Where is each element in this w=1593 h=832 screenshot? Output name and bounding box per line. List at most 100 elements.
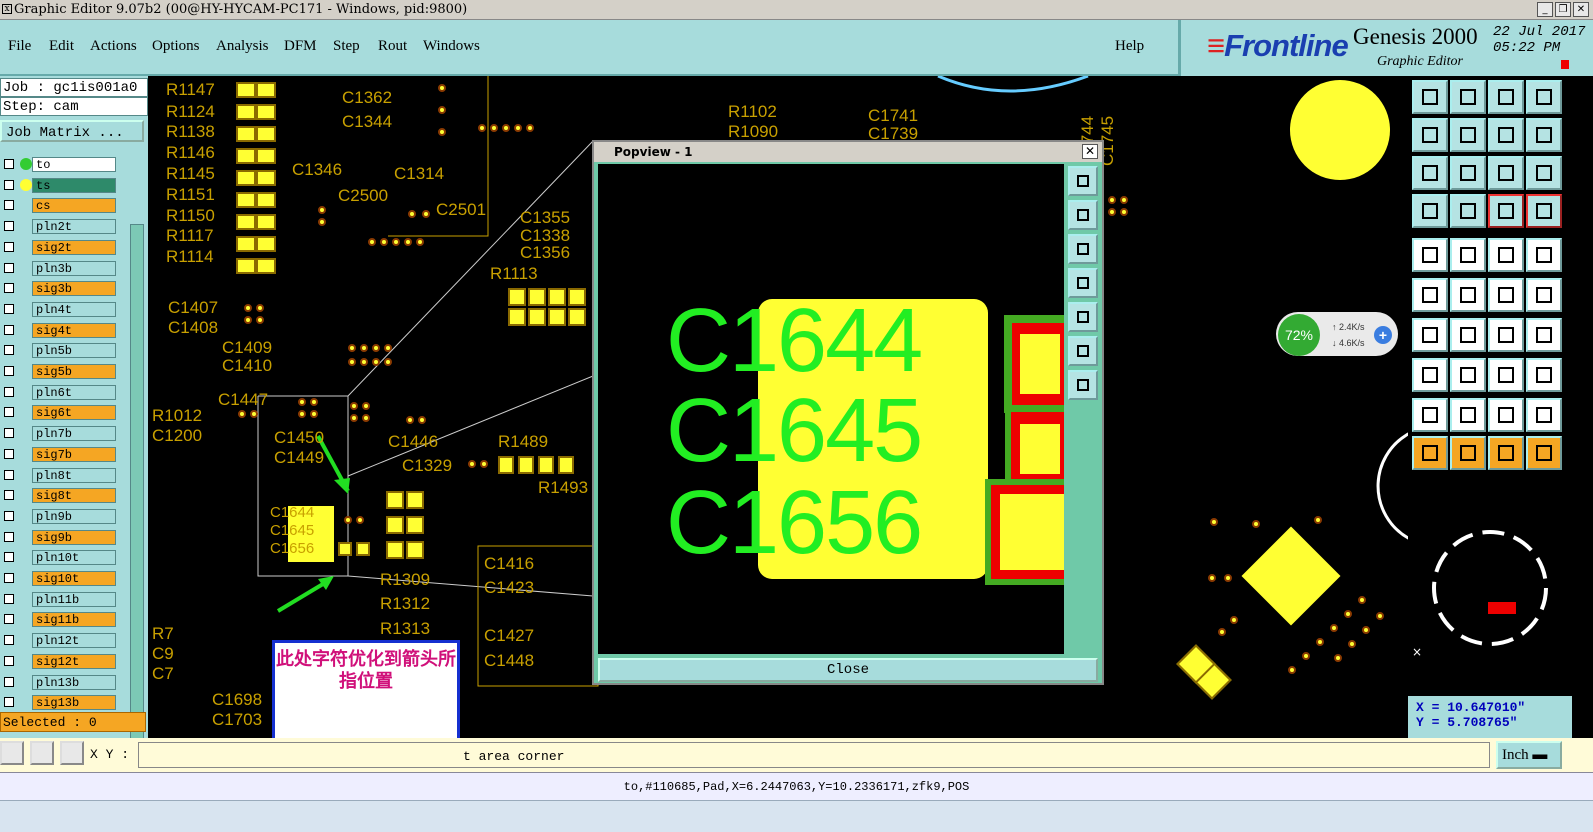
popview-tool-button[interactable] [1068, 166, 1098, 196]
tool-button[interactable] [1450, 118, 1486, 152]
layer-name[interactable]: sig7b [32, 446, 116, 462]
menu-actions[interactable]: Actions [90, 38, 137, 55]
layer-row[interactable]: pln7b [4, 425, 116, 442]
layer-row[interactable]: pln9b [4, 508, 116, 524]
layer-row[interactable]: sig13b [4, 694, 116, 711]
layer-checkbox[interactable] [4, 241, 14, 252]
layer-name[interactable]: pln3b [32, 260, 116, 276]
ruler-icon[interactable] [1488, 238, 1524, 272]
layer-checkbox[interactable] [4, 324, 14, 335]
tool-button[interactable] [1488, 358, 1524, 392]
tool-button[interactable] [1450, 80, 1486, 114]
layer-name[interactable]: pln9b [32, 508, 116, 524]
layer-row[interactable]: sig6t [4, 404, 116, 421]
unit-select[interactable]: Inch ▬ [1496, 741, 1562, 769]
layer-name[interactable]: sig5b [32, 364, 116, 379]
layer-checkbox[interactable] [4, 490, 14, 501]
layer-name[interactable]: pln7b [32, 426, 116, 442]
menu-help[interactable]: Help [1115, 38, 1144, 55]
layer-row[interactable]: pln4t [4, 301, 116, 317]
restore-button[interactable]: ❐ [1555, 2, 1571, 17]
layer-name[interactable]: sig13b [32, 695, 116, 711]
home-icon[interactable] [1488, 80, 1524, 114]
layer-name[interactable]: sig10t [32, 571, 116, 586]
menu-windows[interactable]: Windows [423, 38, 480, 55]
layer-name[interactable]: ts [32, 177, 116, 193]
menu-rout[interactable]: Rout [378, 38, 407, 55]
layer-row[interactable]: pln5b [4, 342, 116, 359]
select-pointer-icon[interactable] [1488, 436, 1524, 470]
tool-button[interactable] [1450, 318, 1486, 352]
close-button[interactable]: ✕ [1573, 2, 1589, 17]
layer-checkbox[interactable] [4, 159, 14, 169]
layer-row[interactable]: pln10t [4, 549, 116, 566]
layer-name[interactable]: sig9b [32, 529, 116, 545]
layer-row[interactable]: sig4t [4, 322, 116, 338]
popview-close-icon[interactable]: ✕ [1082, 144, 1098, 159]
layer-checkbox[interactable] [4, 345, 14, 356]
layer-checkbox[interactable] [4, 386, 14, 397]
tool-button[interactable] [1488, 318, 1524, 352]
layer-checkbox[interactable] [4, 366, 14, 376]
layer-checkbox[interactable] [4, 283, 14, 294]
menu-file[interactable]: File [8, 38, 31, 55]
menu-edit[interactable]: Edit [49, 38, 74, 55]
tool-button[interactable] [1526, 358, 1562, 392]
select-pointer-icon[interactable] [1450, 436, 1486, 470]
menu-dfm[interactable]: DFM [284, 38, 317, 55]
layer-row[interactable]: sig12t [4, 653, 116, 669]
layer-checkbox[interactable] [4, 697, 14, 708]
layer-row[interactable]: pln13b [4, 674, 116, 690]
layer-name[interactable]: sig8t [32, 488, 116, 504]
popview-tool-button[interactable] [1068, 200, 1098, 230]
layer-row[interactable]: ts [4, 177, 116, 193]
layer-name[interactable]: pln8t [32, 467, 116, 483]
zoom-fit-icon[interactable] [1412, 156, 1448, 190]
popview-close-button[interactable]: Close [598, 658, 1098, 682]
layer-row[interactable]: cs [4, 197, 116, 214]
layer-checkbox[interactable] [4, 510, 14, 521]
layer-checkbox[interactable] [4, 200, 14, 211]
layer-row[interactable]: sig8t [4, 487, 116, 504]
layer-row[interactable]: to [4, 156, 116, 172]
layer-checkbox[interactable] [4, 407, 14, 418]
layer-name[interactable]: pln11b [32, 591, 116, 607]
menu-step[interactable]: Step [333, 38, 360, 55]
layer-name[interactable]: pln12t [32, 633, 116, 649]
tool-button[interactable] [1412, 118, 1448, 152]
layer-row[interactable]: pln12t [4, 632, 116, 649]
layer-name[interactable]: sig3b [32, 281, 116, 297]
layer-name[interactable]: pln13b [32, 674, 116, 690]
tool-button[interactable] [1412, 194, 1448, 228]
tool-button[interactable] [1526, 238, 1562, 272]
layer-row[interactable]: sig5b [4, 363, 116, 379]
tool-button[interactable] [1526, 398, 1562, 432]
popview-tool-button[interactable] [1068, 234, 1098, 264]
layer-name[interactable]: pln5b [32, 343, 116, 359]
tool-button[interactable] [1412, 358, 1448, 392]
tool-button[interactable] [1488, 278, 1524, 312]
layer-name[interactable]: pln4t [32, 301, 116, 317]
layer-row[interactable]: pln3b [4, 260, 116, 276]
layer-name[interactable]: cs [32, 198, 116, 214]
job-matrix-button[interactable]: Job Matrix ... [0, 120, 144, 142]
popview-canvas[interactable]: C1644 C1645 C1656 [598, 164, 1064, 654]
layer-row[interactable]: sig10t [4, 570, 116, 586]
layer-checkbox[interactable] [4, 614, 14, 625]
tool-button[interactable] [1450, 358, 1486, 392]
layer-name[interactable]: sig11b [32, 612, 116, 628]
tool-button[interactable] [1450, 278, 1486, 312]
popview-zoom-icon[interactable] [1068, 336, 1098, 366]
layer-row[interactable]: sig11b [4, 611, 116, 628]
help-icon[interactable] [1526, 156, 1562, 190]
menu-analysis[interactable]: Analysis [216, 38, 269, 55]
tool-button[interactable] [1412, 318, 1448, 352]
layer-row[interactable]: sig2t [4, 239, 116, 255]
tool-button[interactable] [1526, 318, 1562, 352]
tool-button[interactable] [1488, 194, 1524, 228]
layer-name[interactable]: pln6t [32, 384, 116, 400]
layer-name[interactable]: pln10t [32, 550, 116, 566]
popview-tool-button[interactable] [1068, 302, 1098, 332]
tool-button[interactable] [1526, 118, 1562, 152]
tool-button[interactable] [1412, 80, 1448, 114]
